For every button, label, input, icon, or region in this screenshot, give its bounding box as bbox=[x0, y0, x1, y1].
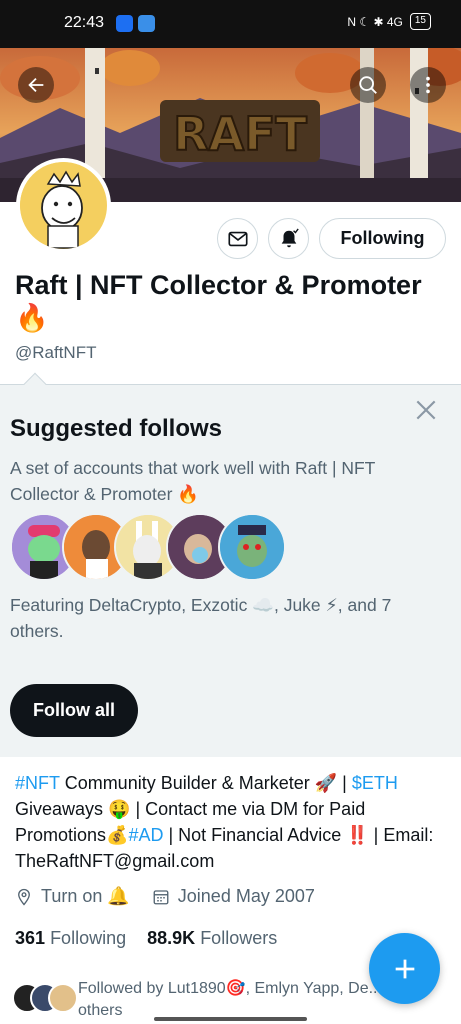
follow-counts: 361 Following 88.9K Followers bbox=[15, 928, 277, 949]
profile-bio: #NFT Community Builder & Marketer 🚀 | $E… bbox=[15, 770, 445, 874]
status-time: 22:43 bbox=[64, 14, 105, 31]
profile-meta: Turn on 🔔 Joined May 2007 bbox=[15, 886, 337, 907]
following-button[interactable]: Following bbox=[319, 218, 446, 259]
panel-pointer bbox=[23, 372, 47, 396]
follow-all-button[interactable]: Follow all bbox=[10, 684, 138, 737]
follower-avatar bbox=[48, 983, 78, 1013]
mail-icon bbox=[227, 231, 248, 246]
hashtag-link[interactable]: #NFT bbox=[15, 773, 60, 793]
status-indicators-text: N ☾ ✱ 4G bbox=[347, 14, 403, 29]
followers-label: Followers bbox=[200, 928, 278, 948]
suggested-avatars[interactable] bbox=[10, 513, 290, 583]
suggested-follows-panel: Suggested follows A set of accounts that… bbox=[0, 372, 461, 757]
followers-count-link[interactable]: 88.9K Followers bbox=[147, 928, 277, 948]
suggested-follows-description: A set of accounts that work well with Ra… bbox=[10, 458, 376, 504]
close-icon[interactable] bbox=[413, 397, 439, 423]
divider bbox=[0, 384, 461, 385]
cashtag-link[interactable]: $ETH bbox=[352, 773, 398, 793]
location-pin-icon bbox=[18, 888, 30, 906]
followers-count: 88.9K bbox=[147, 928, 196, 948]
suggested-featuring-text: Featuring DeltaCrypto, Exzotic ☁️, Juke … bbox=[10, 595, 392, 641]
bio-text: Community Builder & Marketer 🚀 | bbox=[59, 773, 352, 793]
arrow-left-icon bbox=[28, 77, 44, 93]
location-item: Turn on 🔔 bbox=[15, 886, 130, 907]
joined-item: Joined May 2007 bbox=[152, 886, 315, 907]
hashtag-link[interactable]: #AD bbox=[128, 825, 163, 845]
location-text: Turn on 🔔 bbox=[41, 886, 130, 906]
following-label: Following bbox=[50, 928, 127, 948]
plus-icon bbox=[395, 959, 414, 978]
following-count-link[interactable]: 361 Following bbox=[15, 928, 126, 948]
status-indicators: N ☾ ✱ 4G 15 bbox=[347, 13, 431, 30]
message-button[interactable] bbox=[217, 218, 258, 259]
home-indicator[interactable] bbox=[154, 1017, 307, 1021]
more-button[interactable] bbox=[410, 67, 446, 103]
profile-avatar[interactable] bbox=[16, 158, 111, 253]
joined-text: Joined May 2007 bbox=[177, 886, 315, 906]
profile-display-name: Raft | NFT Collector & Promoter 🔥 bbox=[15, 270, 422, 333]
suggested-avatar[interactable] bbox=[218, 513, 286, 581]
notifications-button[interactable] bbox=[268, 218, 309, 259]
search-icon bbox=[359, 76, 377, 94]
app-notification-icon bbox=[116, 15, 133, 32]
app-notification-icon bbox=[138, 15, 155, 32]
banner-logo: RAFT bbox=[173, 107, 307, 161]
battery-icon: 15 bbox=[409, 13, 431, 30]
profile-handle: @RaftNFT bbox=[15, 343, 97, 362]
more-vertical-icon bbox=[426, 76, 430, 94]
avatar-illustration bbox=[20, 162, 106, 249]
suggested-follows-title: Suggested follows bbox=[10, 415, 223, 442]
search-button[interactable] bbox=[350, 67, 386, 103]
calendar-icon bbox=[153, 889, 169, 904]
following-count: 361 bbox=[15, 928, 46, 948]
compose-button[interactable] bbox=[369, 933, 440, 1004]
back-button[interactable] bbox=[18, 67, 54, 103]
bell-notification-icon bbox=[281, 228, 299, 247]
status-bar: 22:43 N ☾ ✱ 4G 15 bbox=[0, 0, 461, 48]
